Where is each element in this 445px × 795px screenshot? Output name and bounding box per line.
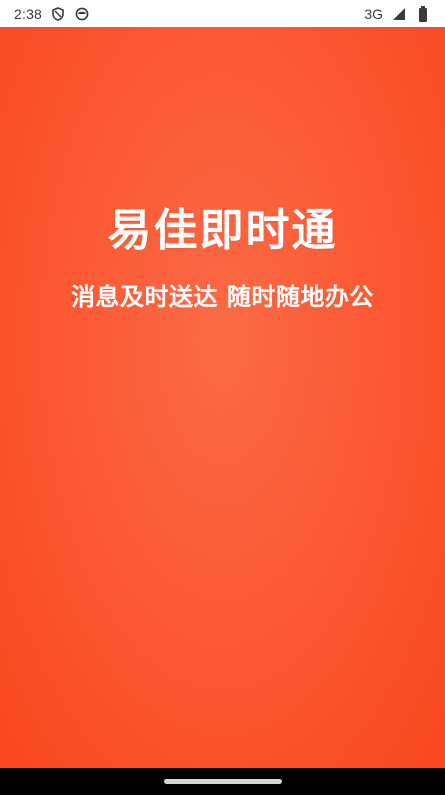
status-right: 3G bbox=[364, 5, 431, 22]
app-title: 易佳即时通 bbox=[107, 205, 338, 256]
status-left: 2:38 bbox=[14, 6, 90, 22]
network-type: 3G bbox=[364, 5, 383, 22]
navigation-bar bbox=[0, 768, 445, 795]
status-time: 2:38 bbox=[14, 5, 43, 22]
shield-icon bbox=[50, 6, 66, 22]
home-gesture-handle[interactable] bbox=[163, 779, 282, 784]
app-slogan: 消息及时送达 随时随地办公 bbox=[71, 283, 374, 311]
signal-icon bbox=[391, 6, 407, 22]
splash-screen: 易佳即时通 消息及时送达 随时随地办公 bbox=[0, 27, 445, 768]
battery-icon bbox=[415, 5, 431, 22]
face-icon bbox=[74, 6, 90, 22]
status-bar: 2:38 3G bbox=[0, 0, 445, 27]
screen: 2:38 3G 易佳即时通 消息及时送达 随时随地办公 bbox=[0, 0, 445, 795]
